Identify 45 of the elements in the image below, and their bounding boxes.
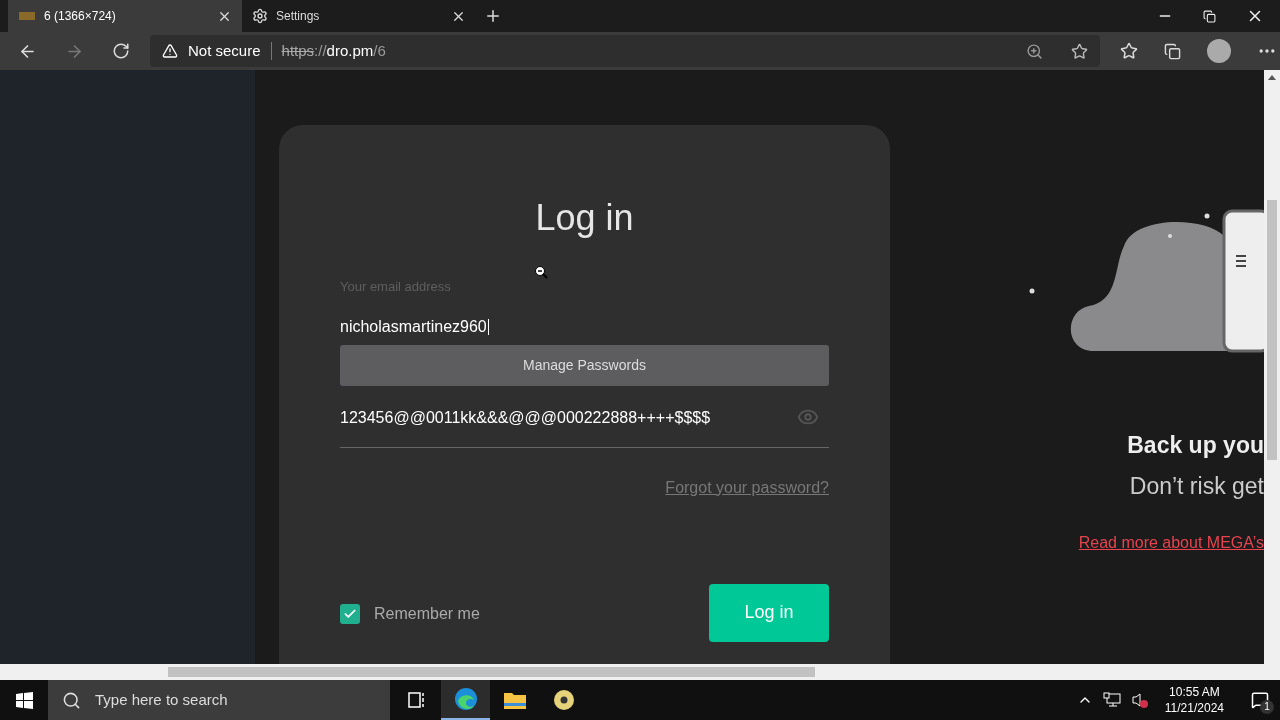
- zoom-out-cursor-icon: [535, 266, 548, 279]
- search-placeholder: Type here to search: [95, 689, 228, 710]
- read-more-link[interactable]: Read more about MEGA’s: [1078, 531, 1264, 555]
- notification-button[interactable]: 1: [1240, 680, 1280, 720]
- disc-icon: [552, 689, 575, 711]
- windows-icon[interactable]: [15, 691, 33, 709]
- network-icon[interactable]: [1102, 692, 1121, 708]
- password-field[interactable]: 123456@@0011kk&&&@@@000222888++++$$$$: [340, 405, 829, 448]
- tab-title: Settings: [276, 8, 321, 25]
- collections-icon[interactable]: [1164, 42, 1181, 60]
- search-icon: [62, 690, 81, 710]
- remember-label: Remember me: [374, 603, 480, 624]
- restore-icon[interactable]: [1203, 9, 1216, 23]
- security-label: Not secure: [188, 40, 261, 61]
- promo-heading: Back up you: [1127, 431, 1264, 460]
- vertical-scrollbar[interactable]: [1264, 70, 1280, 664]
- manage-passwords-popup[interactable]: Manage Passwords: [340, 344, 829, 386]
- favorites-icon[interactable]: [1120, 42, 1138, 60]
- taskbar-app[interactable]: [441, 680, 490, 720]
- login-title: Log in: [535, 196, 634, 240]
- folder-icon: [502, 690, 527, 710]
- clock[interactable]: 10:55 AM 11/21/2024: [1158, 684, 1230, 716]
- volume-muted-icon[interactable]: [1130, 691, 1149, 709]
- reload-icon[interactable]: [112, 42, 130, 60]
- notification-badge: 1: [1260, 700, 1274, 714]
- star-icon[interactable]: [1071, 42, 1088, 60]
- zoom-icon[interactable]: [1026, 42, 1043, 60]
- settings-icon: [252, 8, 268, 24]
- task-view-icon: [407, 692, 426, 708]
- tab-title: 6 (1366×724): [44, 8, 117, 25]
- profile-avatar[interactable]: [1207, 39, 1231, 63]
- scroll-up-icon[interactable]: [1268, 75, 1276, 80]
- browser-tab[interactable]: 6 (1366×724): [8, 0, 242, 32]
- horizontal-scrollbar[interactable]: [0, 664, 1280, 680]
- message-icon: [1251, 691, 1269, 709]
- remember-checkbox[interactable]: [340, 603, 360, 624]
- page-icon: [18, 10, 36, 22]
- browser-icon: [453, 687, 478, 711]
- address-bar[interactable]: Not secure https://dro.pm/6: [150, 35, 1100, 67]
- warning-icon: [162, 43, 178, 59]
- search-field[interactable]: Type here to search: [48, 680, 390, 720]
- email-field[interactable]: nicholasmartinez960: [340, 314, 829, 339]
- promo-subheading: Don’t risk get: [1129, 471, 1264, 501]
- new-tab-icon[interactable]: [484, 7, 502, 25]
- url-text: https://dro.pm/6: [281, 40, 386, 61]
